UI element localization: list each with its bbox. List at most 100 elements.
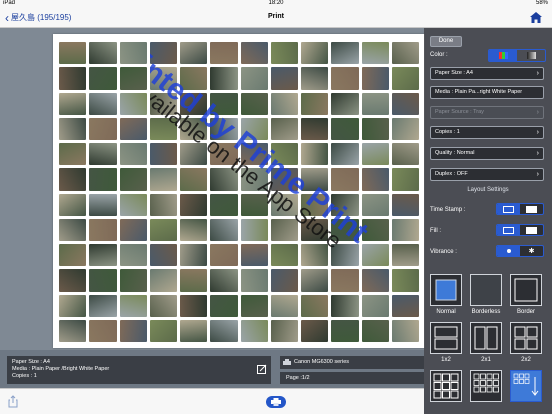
time-stamp-off-option[interactable]	[497, 204, 520, 214]
page-title: Print	[268, 13, 284, 20]
layout-border-tile[interactable]	[510, 274, 542, 306]
color-option[interactable]	[489, 50, 517, 61]
paper-size-button[interactable]: Paper Size : A4 ›	[430, 67, 544, 80]
photo-thumbnail	[59, 218, 87, 241]
photo-thumbnail	[59, 92, 87, 115]
photo-thumbnail	[331, 42, 359, 65]
photo-thumbnail	[149, 269, 177, 292]
layout-3x3-tile[interactable]	[430, 370, 462, 402]
time-stamp-toggle[interactable]	[496, 203, 544, 215]
photo-thumbnail	[180, 294, 208, 317]
photo-thumbnail	[270, 67, 298, 90]
photo-thumbnail	[210, 67, 238, 90]
photo-thumbnail	[119, 319, 147, 342]
photo-thumbnail	[270, 168, 298, 191]
fill-off-option[interactable]	[497, 225, 520, 235]
photo-thumbnail	[149, 168, 177, 191]
photo-thumbnail	[240, 92, 268, 115]
color-swatch-icon	[498, 52, 508, 59]
fill-on-option[interactable]	[520, 225, 543, 235]
photo-thumbnail	[210, 218, 238, 241]
photo-thumbnail	[59, 294, 87, 317]
photo-thumbnail	[270, 294, 298, 317]
layout-2x2-label: 2x2	[521, 357, 531, 363]
color-label: Color :	[430, 52, 448, 58]
photo-thumbnail	[149, 42, 177, 65]
photo-thumbnail	[210, 244, 238, 267]
printer-name: Canon MG6300 series	[294, 359, 350, 365]
photo-thumbnail	[361, 218, 389, 241]
photo-thumbnail	[331, 294, 359, 317]
photo-thumbnail	[240, 269, 268, 292]
layout-1x2-label: 1x2	[441, 357, 451, 363]
color-mode-toggle[interactable]	[488, 49, 546, 62]
photo-thumbnail	[89, 269, 117, 292]
done-button[interactable]: Done	[430, 36, 462, 47]
share-icon[interactable]	[8, 395, 18, 408]
photo-thumbnail	[331, 117, 359, 140]
quality-button[interactable]: Quality : Normal ›	[430, 147, 544, 160]
photo-thumbnail	[180, 269, 208, 292]
photo-thumbnail	[119, 218, 147, 241]
layout-borderless-tile[interactable]	[470, 274, 502, 306]
layout-2x1-tile[interactable]	[470, 322, 502, 354]
photo-thumbnail	[180, 244, 208, 267]
time-stamp-on-option[interactable]	[520, 204, 543, 214]
layout-1x2-tile[interactable]	[430, 322, 462, 354]
home-icon[interactable]	[530, 12, 542, 23]
photo-thumbnail	[361, 319, 389, 342]
photo-thumbnail	[180, 218, 208, 241]
monochrome-swatch-icon	[526, 52, 536, 59]
layout-index-tile[interactable]	[510, 370, 542, 402]
vibrance-toggle[interactable]: ✱	[496, 245, 544, 257]
photo-thumbnail	[149, 193, 177, 216]
photo-thumbnail	[270, 117, 298, 140]
vibrance-on-option[interactable]: ✱	[520, 246, 543, 256]
photo-thumbnail	[331, 67, 359, 90]
photo-thumbnail	[391, 294, 419, 317]
photo-thumbnail	[331, 92, 359, 115]
copies-button[interactable]: Copies : 1 ›	[430, 126, 544, 139]
photo-thumbnail	[180, 67, 208, 90]
monochrome-option[interactable]	[517, 50, 545, 61]
duplex-button[interactable]: Duplex : OFF ›	[430, 168, 544, 181]
photo-thumbnail	[361, 294, 389, 317]
edit-icon[interactable]	[257, 364, 267, 374]
photo-thumbnail	[331, 319, 359, 342]
photo-thumbnail	[391, 218, 419, 241]
print-summary[interactable]: Paper Size : A4 Media : Plain Paper /Bri…	[7, 356, 271, 384]
photo-thumbnail	[270, 143, 298, 166]
page-stamp-icon	[526, 205, 537, 213]
duplex-label: Duplex : OFF	[435, 171, 468, 177]
page-fill-icon	[526, 226, 537, 234]
photo-thumbnail	[270, 218, 298, 241]
photo-thumbnail	[89, 319, 117, 342]
layout-normal-tile[interactable]	[430, 274, 462, 306]
photo-thumbnail	[240, 294, 268, 317]
photo-thumbnail	[270, 244, 298, 267]
photo-thumbnail	[270, 319, 298, 342]
layout-4x4-tile[interactable]	[470, 370, 502, 402]
photo-thumbnail	[331, 269, 359, 292]
vibrance-off-option[interactable]	[497, 246, 520, 256]
media-button[interactable]: Media : Plain Pa...right White Paper	[430, 86, 544, 99]
photo-thumbnail	[240, 42, 268, 65]
photo-thumbnail	[331, 193, 359, 216]
layout-2x2-tile[interactable]	[510, 322, 542, 354]
printer-icon	[271, 398, 281, 406]
summary-paper-size: Paper Size : A4	[12, 359, 50, 365]
photo-thumbnail	[180, 193, 208, 216]
photo-thumbnail	[301, 42, 329, 65]
photo-thumbnail	[89, 244, 117, 267]
time-stamp-label: Time Stamp :	[430, 207, 466, 213]
photo-thumbnail	[149, 294, 177, 317]
photo-thumbnail	[391, 143, 419, 166]
print-button[interactable]	[266, 396, 286, 408]
photo-thumbnail	[59, 244, 87, 267]
photo-thumbnail	[89, 294, 117, 317]
printer-selector[interactable]: Canon MG6300 series	[280, 356, 424, 369]
photo-thumbnail	[361, 67, 389, 90]
bottom-toolbar	[0, 388, 424, 414]
fill-toggle[interactable]	[496, 224, 544, 236]
photo-thumbnail	[301, 92, 329, 115]
